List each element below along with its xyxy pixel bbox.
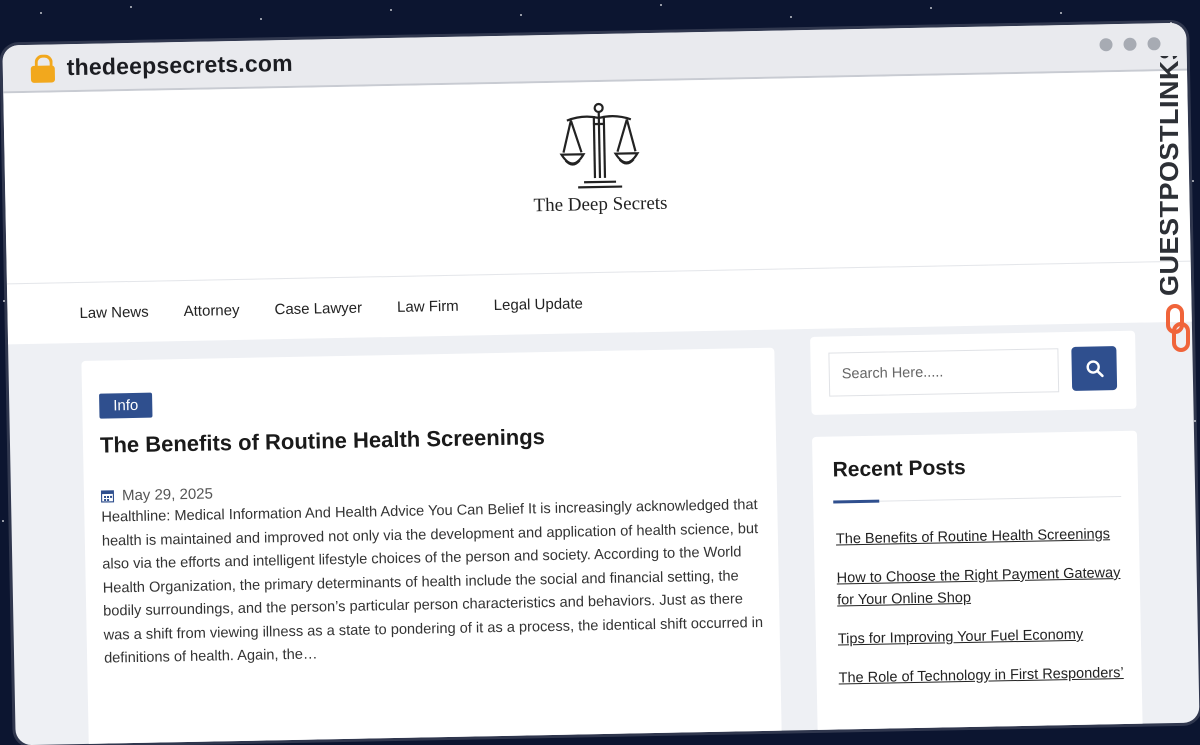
- post-card: Info The Benefits of Routine Health Scre…: [81, 348, 782, 745]
- search-button[interactable]: [1071, 346, 1117, 391]
- window-controls: [1099, 37, 1160, 51]
- list-item: How to Choose the Right Payment Gateway …: [837, 562, 1133, 612]
- nav-item-attorney[interactable]: Attorney: [184, 301, 240, 319]
- watermark-label: GUESTPOSTLINKS: [1160, 56, 1184, 296]
- list-item: The Benefits of Routine Health Screening…: [836, 523, 1131, 551]
- post-date-text: May 29, 2025: [122, 485, 213, 504]
- site-logo[interactable]: The Deep Secrets: [544, 101, 656, 217]
- recent-post-link[interactable]: How to Choose the Right Payment Gateway …: [837, 565, 1121, 608]
- address-bar-url[interactable]: thedeepsecrets.com: [67, 50, 294, 81]
- main-content: Info The Benefits of Routine Health Scre…: [8, 322, 1199, 745]
- site-header: The Deep Secrets: [3, 71, 1190, 285]
- recent-post-link[interactable]: The Benefits of Routine Health Screening…: [836, 526, 1110, 547]
- link-chain-icon: [1163, 304, 1193, 354]
- divider-accent: [833, 500, 879, 504]
- site-name: The Deep Secrets: [525, 193, 675, 218]
- search-input[interactable]: [828, 348, 1059, 396]
- recent-post-link[interactable]: Tips for Improving Your Fuel Economy: [838, 627, 1084, 648]
- recent-posts-list: The Benefits of Routine Health Screening…: [836, 523, 1134, 707]
- recent-post-link[interactable]: The Role of Technology in First Responde…: [838, 665, 1123, 686]
- guestpostlinks-watermark: GUESTPOSTLINKS: [1160, 56, 1196, 356]
- lock-icon: [31, 54, 56, 82]
- nav-item-legal-update[interactable]: Legal Update: [494, 295, 584, 314]
- search-icon: [1085, 359, 1103, 377]
- browser-window: thedeepsecrets.com: [2, 23, 1199, 745]
- recent-posts-widget: Recent Posts The Benefits of Routine Hea…: [812, 431, 1143, 745]
- nav-item-law-firm[interactable]: Law Firm: [397, 297, 459, 315]
- nav-item-law-news[interactable]: Law News: [79, 303, 149, 321]
- watermark-text: GUESTPOSTLINKS: [1160, 56, 1196, 301]
- window-dot-icon[interactable]: [1147, 37, 1160, 50]
- recent-posts-title: Recent Posts: [832, 456, 965, 483]
- window-dot-icon[interactable]: [1123, 38, 1136, 51]
- calendar-icon: [101, 489, 114, 502]
- window-dot-icon[interactable]: [1099, 38, 1112, 51]
- list-item: Tips for Improving Your Fuel Economy: [838, 623, 1133, 651]
- scales-of-justice-icon: [559, 101, 641, 191]
- post-title[interactable]: The Benefits of Routine Health Screening…: [100, 424, 545, 459]
- category-badge[interactable]: Info: [99, 393, 153, 419]
- search-widget: [810, 331, 1136, 415]
- nav-item-case-lawyer[interactable]: Case Lawyer: [274, 299, 362, 318]
- list-item: The Role of Technology in First Responde…: [838, 662, 1133, 690]
- post-excerpt: Healthline: Medical Information And Heal…: [101, 494, 764, 671]
- post-date: May 29, 2025: [101, 485, 213, 504]
